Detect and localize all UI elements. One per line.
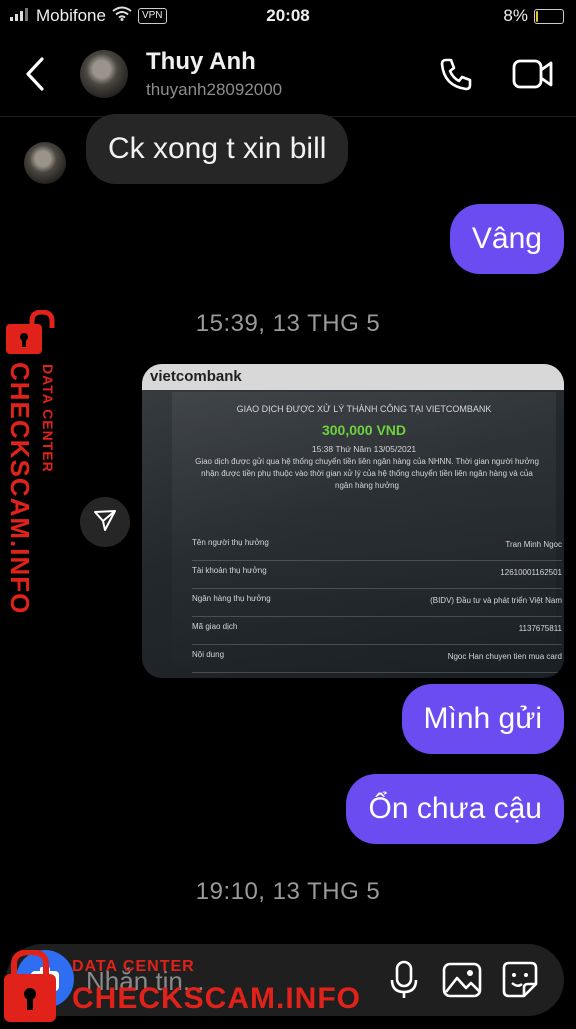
- sticker-icon: [498, 961, 542, 1006]
- receipt-row: Mã giao dịch 1137675811: [192, 618, 562, 645]
- image-icon: [440, 962, 484, 1006]
- clock: 20:08: [266, 6, 310, 25]
- message-text: Ck xong t xin bill: [108, 132, 327, 165]
- watermark-title: CHECKSCAM.INFO: [5, 362, 35, 615]
- contact-name[interactable]: Thuy Anh: [146, 48, 256, 76]
- receipt-row: Nội dung Ngoc Han chuyen tien mua card: [192, 646, 562, 673]
- status-bar: Mobifone VPN 20:08 8%: [0, 0, 576, 32]
- message-text: Vâng: [471, 222, 542, 255]
- message-sent[interactable]: Vâng: [449, 204, 564, 274]
- chevron-left-icon: [22, 57, 50, 96]
- message-received[interactable]: Ck xong t xin bill: [86, 114, 349, 184]
- receipt-note: Giao dịch được gửi qua hệ thống chuyển t…: [195, 457, 539, 490]
- sender-avatar: [24, 142, 66, 184]
- watermark-subtitle: DATA CENTER: [72, 958, 195, 975]
- sticker-button[interactable]: [498, 958, 542, 1002]
- receipt-row-value: Tran Minh Ngoc: [505, 540, 562, 549]
- contact-username: thuyanh28092000: [146, 80, 283, 99]
- watermark-lock-icon: [0, 948, 60, 1024]
- receipt-row-label: Ngân hàng thụ hưởng: [192, 594, 271, 603]
- microphone-button[interactable]: [382, 958, 426, 1002]
- receipt-row-value: 1137675811: [518, 624, 562, 633]
- receipt-amount: 300,000 VND: [321, 422, 407, 438]
- message-timestamp: 19:10, 13 THG 5: [195, 878, 381, 905]
- receipt-row-value: Ngoc Han chuyen tien mua card: [447, 652, 562, 661]
- receipt-row-label: Mã giao dịch: [192, 622, 238, 631]
- watermark-lock-icon: [4, 309, 58, 354]
- message-timestamp: 15:39, 13 THG 5: [195, 310, 381, 337]
- message-sent[interactable]: Ổn chưa cậu: [346, 774, 564, 844]
- message-text: Ổn chưa cậu: [368, 792, 542, 825]
- receipt-row-value: (BIDV) Đầu tư và phát triển Việt Nam: [430, 596, 562, 605]
- video-call-button[interactable]: [512, 58, 554, 95]
- gallery-button[interactable]: [440, 958, 484, 1002]
- receipt-row: Tên người thụ hưởng Tran Minh Ngoc: [192, 534, 562, 561]
- battery-icon: [534, 8, 564, 24]
- receipt-row-label: Tên người thụ hưởng: [192, 538, 269, 547]
- receipt-row-label: Nội dung: [192, 650, 225, 659]
- receipt-row-label: Tài khoản thụ hưởng: [192, 566, 267, 575]
- bank-logo: vietcombank: [150, 368, 242, 385]
- watermark-title: CHECKSCAM.INFO: [72, 982, 361, 1015]
- receipt-row-value: 12610001162501: [500, 568, 562, 577]
- microphone-icon: [382, 960, 426, 1006]
- send-icon: [92, 507, 118, 538]
- video-camera-icon: [512, 59, 554, 94]
- receipt-row: Tài khoản thụ hưởng 12610001162501: [192, 562, 562, 589]
- contact-avatar[interactable]: [80, 50, 128, 98]
- back-button[interactable]: [22, 56, 50, 97]
- receipt-datetime: 15:38 Thứ Năm 13/05/2021: [311, 444, 417, 454]
- message-sent[interactable]: Mình gửi: [401, 684, 564, 754]
- watermark-subtitle: DATA CENTER: [40, 364, 56, 473]
- receipt-row: Ngân hàng thụ hưởng (BIDV) Đầu tư và phá…: [192, 590, 562, 617]
- receipt-content: GIAO DỊCH ĐƯỢC XỬ LÝ THÀNH CÔNG TẠI VIET…: [172, 392, 562, 678]
- receipt-heading: GIAO DỊCH ĐƯỢC XỬ LÝ THÀNH CÔNG TẠI VIET…: [236, 404, 492, 414]
- battery-percent: 8%: [503, 6, 528, 25]
- message-text: Mình gửi: [423, 702, 542, 735]
- phone-icon: [438, 58, 474, 96]
- audio-call-button[interactable]: [438, 56, 474, 97]
- share-button[interactable]: [80, 497, 130, 547]
- shared-receipt-image[interactable]: vietcombank GIAO DỊCH ĐƯỢC XỬ LÝ THÀNH C…: [142, 364, 564, 678]
